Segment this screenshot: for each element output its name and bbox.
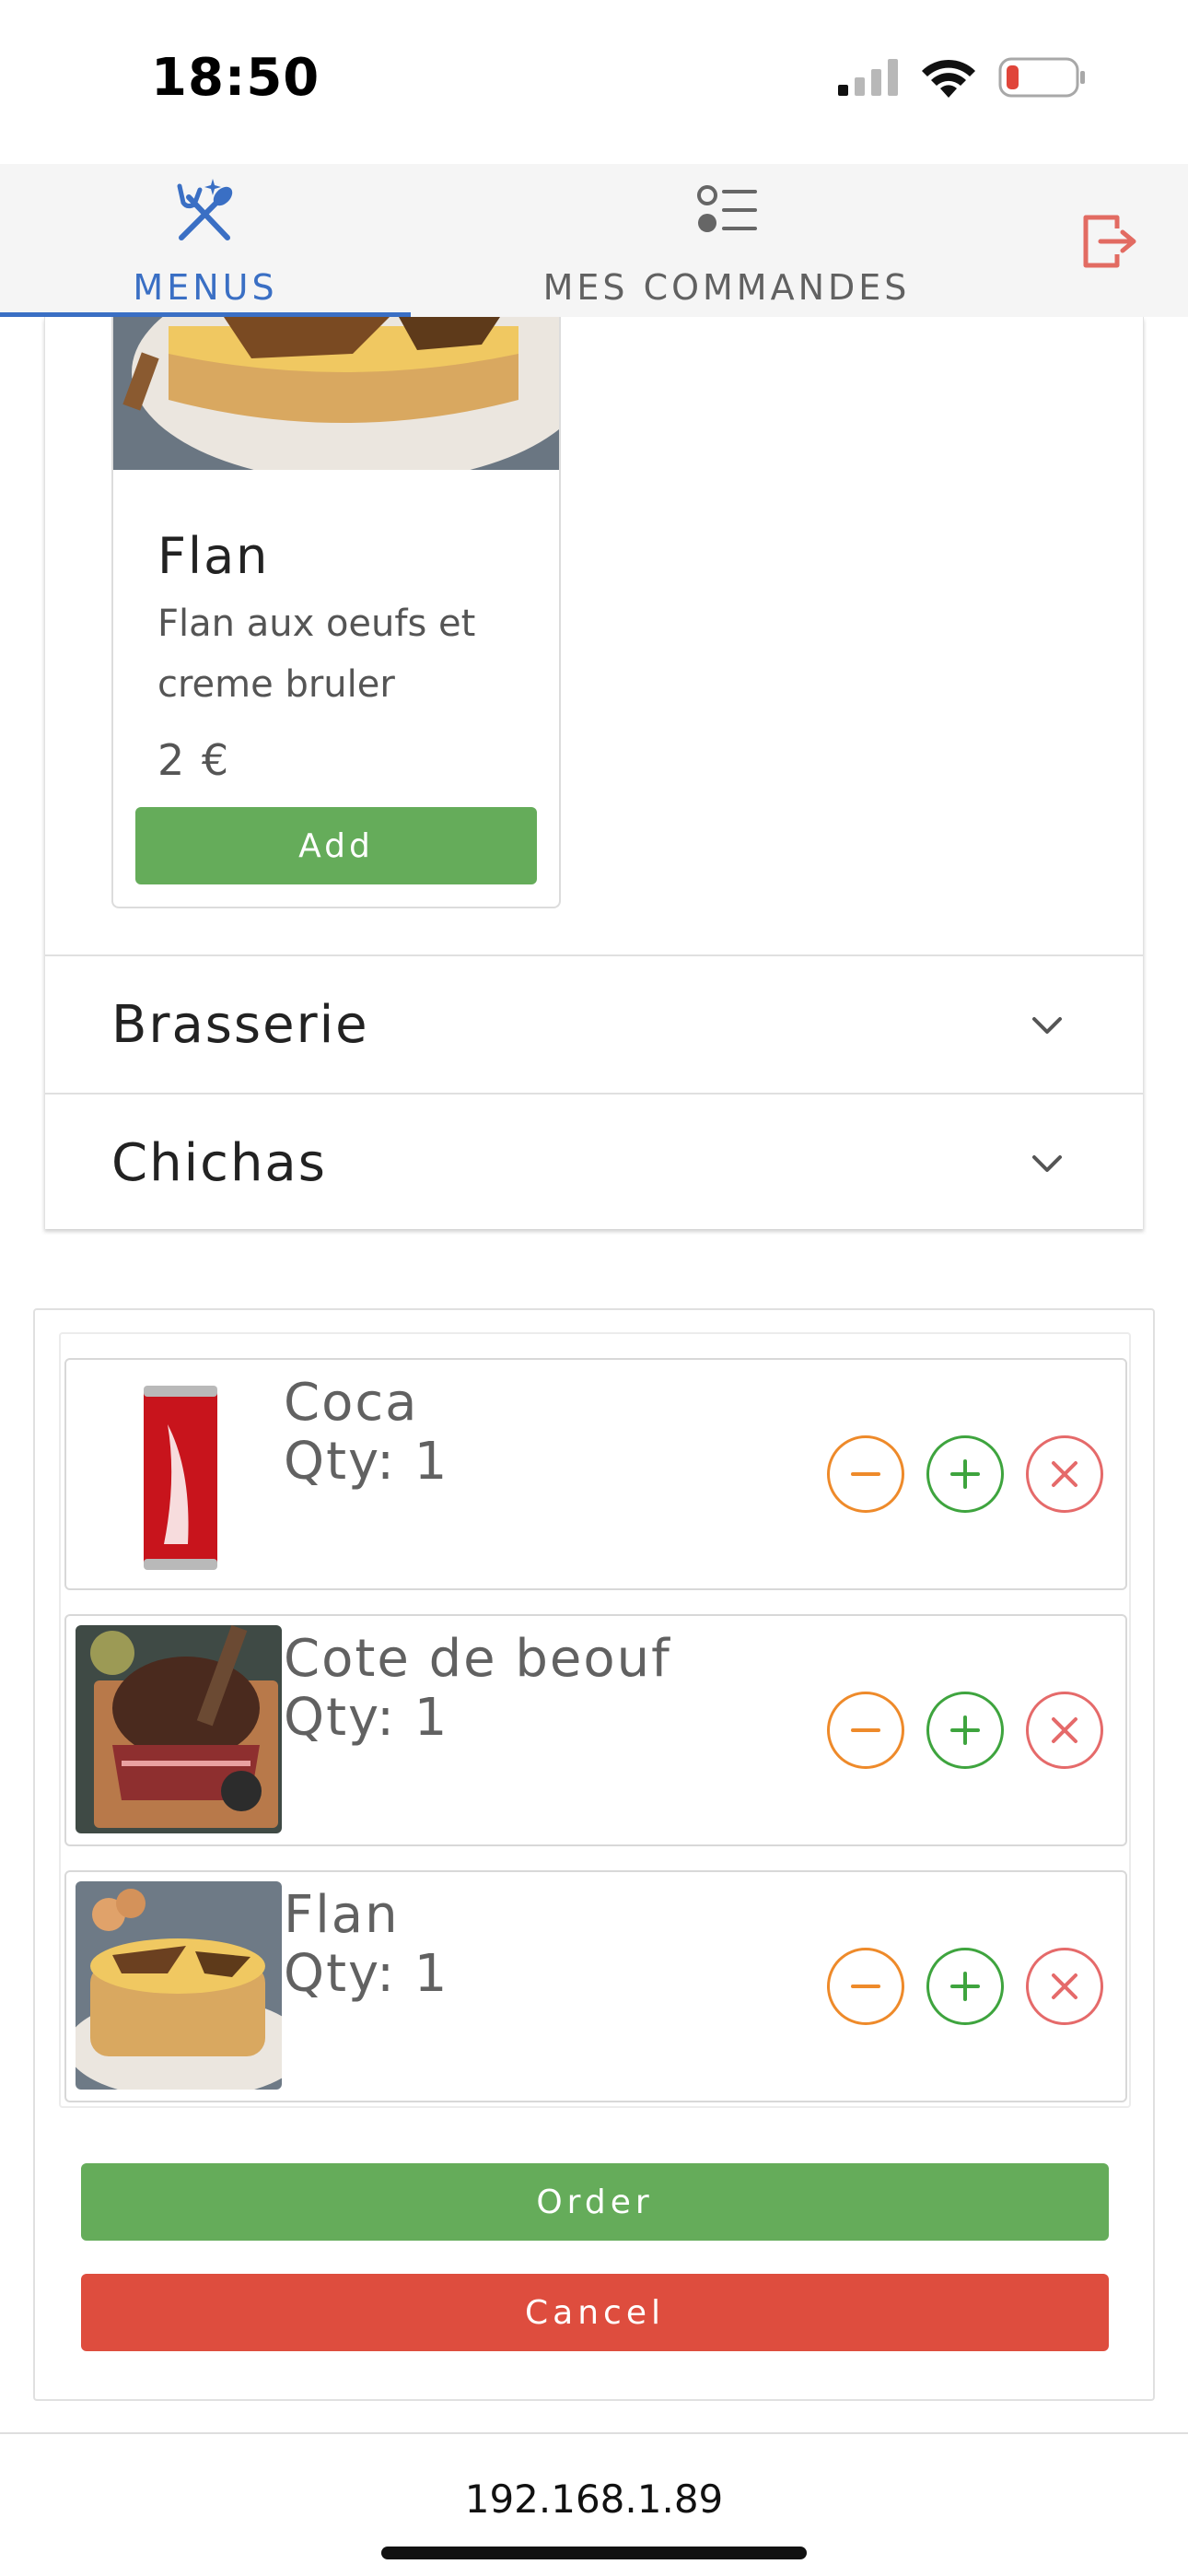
- minus-icon: [851, 1985, 880, 1988]
- product-card: Flan Flan aux oeufs et creme bruler 2 € …: [111, 317, 561, 908]
- remove-item-button[interactable]: [1026, 1692, 1103, 1769]
- cart-item: Coca Qty: 1: [64, 1358, 1127, 1590]
- status-time: 18:50: [151, 48, 320, 108]
- add-button[interactable]: Add: [135, 807, 537, 884]
- tab-mes-commandes-label: MES COMMANDES: [542, 267, 911, 308]
- fork-knife-sparkle-icon: [172, 173, 239, 247]
- remove-item-button[interactable]: [1026, 1948, 1103, 2025]
- logout-icon: [1083, 215, 1136, 268]
- product-description: Flan aux oeufs et creme bruler: [157, 603, 476, 706]
- chevron-down-icon: [1029, 1007, 1066, 1044]
- signal-icon: [838, 59, 898, 96]
- cancel-button[interactable]: Cancel: [81, 2274, 1109, 2351]
- order-button[interactable]: Order: [81, 2163, 1109, 2241]
- browser-url-bar[interactable]: 192.168.1.89: [0, 2432, 1188, 2576]
- url-text: 192.168.1.89: [464, 2476, 724, 2522]
- accordion-title: Brasserie: [111, 994, 369, 1055]
- decrease-qty-button[interactable]: [827, 1435, 904, 1513]
- cart-item-qty: Qty: 1: [284, 1432, 449, 1492]
- home-indicator[interactable]: [381, 2547, 807, 2559]
- close-icon: [1052, 1973, 1077, 1999]
- cart-item-qty: Qty: 1: [284, 1688, 449, 1748]
- decrease-qty-button[interactable]: [827, 1692, 904, 1769]
- plus-icon: [950, 1459, 980, 1489]
- tab-menus[interactable]: MENUS: [0, 164, 411, 317]
- list-icon: [696, 173, 757, 247]
- wifi-icon: [922, 59, 975, 98]
- status-bar: 18:50: [0, 0, 1188, 164]
- cart-item: Flan Qty: 1: [64, 1870, 1127, 2102]
- tab-bar: MENUS MES COMMANDES: [0, 164, 1188, 317]
- remove-item-button[interactable]: [1026, 1435, 1103, 1513]
- minus-icon: [851, 1728, 880, 1732]
- decrease-qty-button[interactable]: [827, 1948, 904, 2025]
- increase-qty-button[interactable]: [926, 1948, 1004, 2025]
- tab-menus-label: MENUS: [133, 267, 278, 308]
- product-image: [113, 317, 559, 470]
- plus-icon: [950, 1972, 980, 2001]
- close-icon: [1052, 1461, 1077, 1487]
- logout-button[interactable]: [1077, 205, 1142, 278]
- product-price: 2 €: [157, 735, 231, 785]
- cart-list: Coca Qty: 1 Cote de beouf Qty: 1 Flan Qt…: [59, 1332, 1131, 2108]
- minus-icon: [851, 1472, 880, 1476]
- cart-item-qty: Qty: 1: [284, 1944, 449, 2004]
- cart-item-name: Flan: [284, 1885, 400, 1945]
- accordion-title: Chichas: [111, 1132, 327, 1193]
- cart-item-thumbnail: [76, 1625, 282, 1833]
- status-icons: [838, 57, 1087, 98]
- tab-mes-commandes[interactable]: MES COMMANDES: [411, 164, 1042, 317]
- cart-item-name: Cote de beouf: [284, 1629, 671, 1689]
- accordion-chichas[interactable]: Chichas: [45, 1093, 1143, 1231]
- chevron-down-icon: [1029, 1145, 1066, 1182]
- increase-qty-button[interactable]: [926, 1692, 1004, 1769]
- plus-icon: [950, 1715, 980, 1745]
- menu-panel: Flan Flan aux oeufs et creme bruler 2 € …: [44, 317, 1144, 1229]
- close-icon: [1052, 1717, 1077, 1743]
- product-name: Flan: [157, 527, 270, 585]
- cart-item-thumbnail: [76, 1369, 282, 1577]
- battery-low-icon: [998, 57, 1085, 98]
- cart-item-name: Coca: [284, 1373, 419, 1433]
- cart-item-thumbnail: [76, 1881, 282, 2090]
- increase-qty-button[interactable]: [926, 1435, 1004, 1513]
- cart-item: Cote de beouf Qty: 1: [64, 1614, 1127, 1846]
- cart-panel: Coca Qty: 1 Cote de beouf Qty: 1 Flan Qt…: [33, 1308, 1155, 2401]
- accordion-brasserie[interactable]: Brasserie: [45, 954, 1143, 1093]
